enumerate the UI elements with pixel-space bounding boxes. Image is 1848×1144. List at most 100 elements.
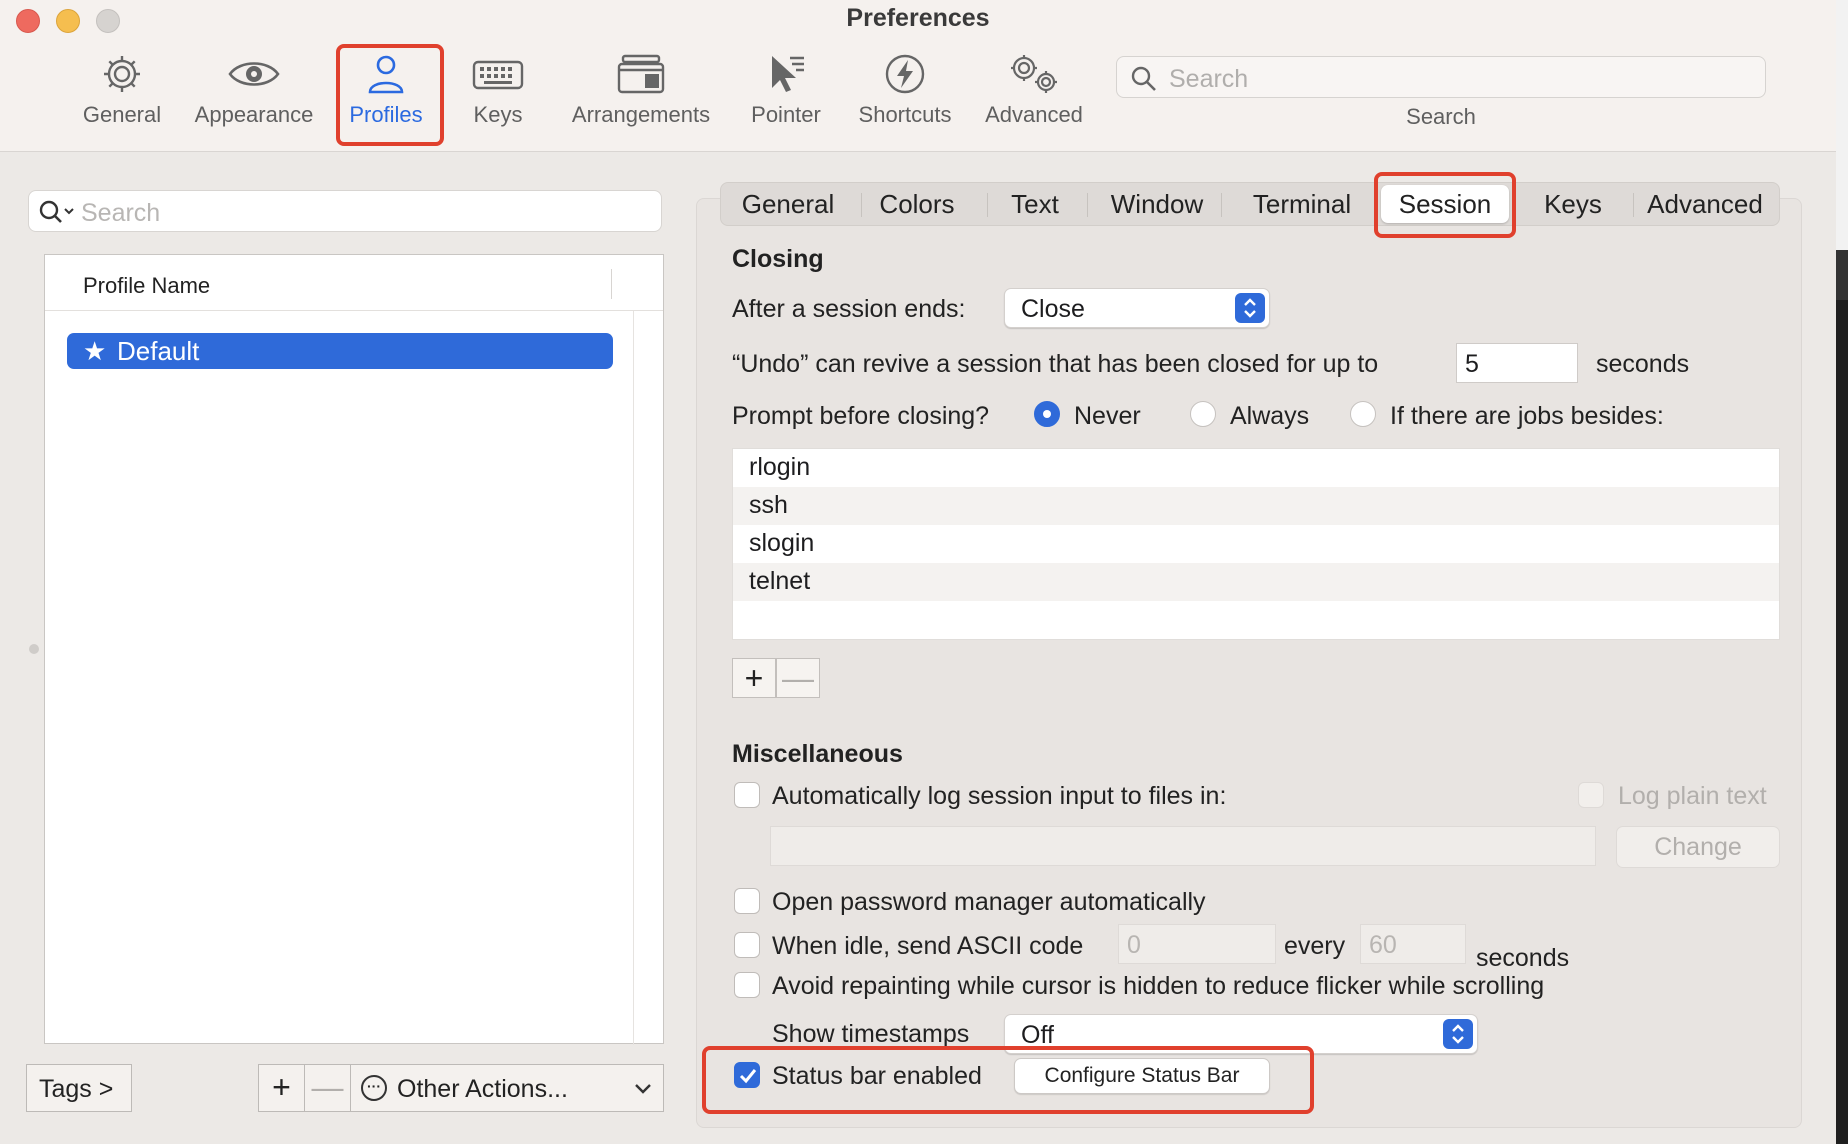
profile-row-default[interactable]: ★ Default [67, 333, 613, 369]
remove-job-button[interactable]: — [776, 658, 820, 698]
toolbar-arrangements[interactable]: Arrangements [564, 52, 718, 132]
profile-list-header: Profile Name [45, 255, 663, 311]
tab-keys[interactable]: Keys [1521, 183, 1625, 225]
tab-separator [1633, 193, 1634, 217]
other-actions-menu[interactable]: ··· Other Actions... [353, 1065, 663, 1111]
idle-interval-value: 60 [1369, 931, 1397, 959]
profile-list-divider [633, 311, 634, 1045]
tags-button[interactable]: Tags > [26, 1064, 132, 1112]
log-plain-text-label: Log plain text [1618, 782, 1767, 810]
toolbar-label: Shortcuts [858, 102, 952, 127]
undo-seconds-value: 5 [1465, 350, 1479, 378]
column-separator [611, 269, 612, 299]
gear-icon [104, 56, 140, 92]
jobs-list: rlogin ssh slogin telnet [732, 448, 1780, 640]
toolbar-label: General [82, 102, 162, 127]
add-job-button[interactable]: + [732, 658, 776, 698]
toolbar: Preferences General Appearance Profiles … [0, 0, 1836, 152]
radio-always-label: Always [1230, 402, 1310, 430]
split-handle[interactable] [29, 644, 39, 654]
background-window-edge-top [1836, 0, 1848, 250]
other-actions-label: Other Actions... [397, 1075, 568, 1103]
window-stack-icon [617, 54, 665, 94]
profile-search-input[interactable]: Search [28, 190, 662, 232]
search-placeholder: Search [1169, 65, 1249, 93]
password-manager-label: Open password manager automatically [772, 888, 1206, 916]
radio-always[interactable] [1190, 401, 1216, 427]
password-manager-checkbox[interactable] [734, 888, 760, 914]
toolbar-pointer[interactable]: Pointer [736, 52, 836, 132]
idle-ascii-code-field[interactable]: 0 [1118, 924, 1276, 964]
idle-every-label: every [1284, 932, 1346, 960]
highlight-status-bar [702, 1046, 1314, 1114]
profile-actions-group: + — ··· Other Actions... [258, 1064, 664, 1112]
toolbar-label: Appearance [194, 102, 314, 127]
highlight-profiles [336, 44, 444, 146]
add-profile-button[interactable]: + [259, 1065, 305, 1111]
list-item[interactable]: ssh [733, 487, 1779, 525]
toolbar-label: Arrangements [571, 102, 711, 127]
section-title-miscellaneous: Miscellaneous [732, 740, 903, 768]
tab-terminal[interactable]: Terminal [1231, 183, 1373, 225]
list-item[interactable]: telnet [733, 563, 1779, 601]
toolbar-general[interactable]: General [72, 52, 172, 132]
search-icon [39, 200, 74, 223]
tab-colors[interactable]: Colors [867, 183, 967, 225]
background-window-edge [1836, 0, 1848, 1144]
chevron-down-icon [635, 1084, 651, 1094]
profile-name: Default [117, 336, 200, 366]
gears-icon [1011, 55, 1057, 93]
idle-ascii-code-value: 0 [1127, 931, 1141, 959]
tab-advanced[interactable]: Advanced [1639, 183, 1771, 225]
list-item[interactable]: rlogin [733, 449, 1779, 487]
profile-tabs: General Colors Text Window Terminal Sess… [720, 182, 1780, 226]
radio-never-label: Never [1074, 402, 1141, 430]
log-session-checkbox[interactable] [734, 782, 760, 808]
eye-icon [228, 62, 280, 86]
pointer-icon [772, 56, 804, 92]
idle-seconds-label: seconds [1476, 944, 1570, 972]
toolbar-shortcuts[interactable]: Shortcuts [850, 52, 960, 132]
toolbar-advanced[interactable]: Advanced [978, 52, 1090, 132]
popup-arrows-icon [1235, 293, 1265, 323]
toolbar-appearance[interactable]: Appearance [186, 52, 322, 132]
lightning-icon [885, 54, 925, 94]
avoid-repaint-label: Avoid repainting while cursor is hidden … [772, 972, 1545, 1000]
undo-seconds-field[interactable]: 5 [1456, 343, 1578, 383]
tab-text[interactable]: Text [993, 183, 1077, 225]
after-session-popup[interactable]: Close [1004, 288, 1270, 328]
idle-ascii-checkbox[interactable] [734, 932, 760, 958]
log-session-label: Automatically log session input to files… [772, 782, 1227, 810]
search-placeholder: Search [81, 199, 161, 227]
star-icon: ★ [83, 336, 107, 366]
idle-interval-field[interactable]: 60 [1360, 924, 1466, 964]
undo-seconds-label: seconds [1596, 350, 1690, 378]
remove-profile-button[interactable]: — [305, 1065, 351, 1111]
change-directory-button[interactable]: Change [1616, 826, 1780, 868]
tab-separator [987, 193, 988, 217]
toolbar-label: Keys [473, 102, 523, 127]
tab-window[interactable]: Window [1093, 183, 1221, 225]
highlight-session-tab [1374, 172, 1516, 238]
after-session-value: Close [1021, 295, 1085, 323]
preferences-search-field[interactable]: Search [1116, 56, 1766, 98]
background-window-edge-band [1836, 250, 1848, 300]
popup-arrows-icon [1443, 1019, 1473, 1049]
toolbar-keys[interactable]: Keys [448, 52, 548, 132]
list-item[interactable]: slogin [733, 525, 1779, 563]
radio-never[interactable] [1034, 401, 1060, 427]
log-plain-text-checkbox[interactable] [1578, 782, 1604, 808]
ellipsis-icon: ··· [361, 1075, 387, 1101]
preferences-window: Preferences General Appearance Profiles … [0, 0, 1836, 1144]
tab-general[interactable]: General [731, 183, 845, 225]
log-directory-field[interactable] [770, 826, 1596, 866]
undo-label: “Undo” can revive a session that has bee… [732, 350, 1379, 378]
radio-jobs-besides[interactable] [1350, 401, 1376, 427]
radio-jobs-besides-label: If there are jobs besides: [1390, 402, 1664, 430]
profile-list: Profile Name ★ Default [44, 254, 664, 1045]
avoid-repaint-checkbox[interactable] [734, 972, 760, 998]
tab-separator [1221, 193, 1222, 217]
column-header-profile-name[interactable]: Profile Name [83, 273, 210, 299]
search-icon [1131, 66, 1156, 91]
idle-ascii-label: When idle, send ASCII code [772, 932, 1084, 960]
